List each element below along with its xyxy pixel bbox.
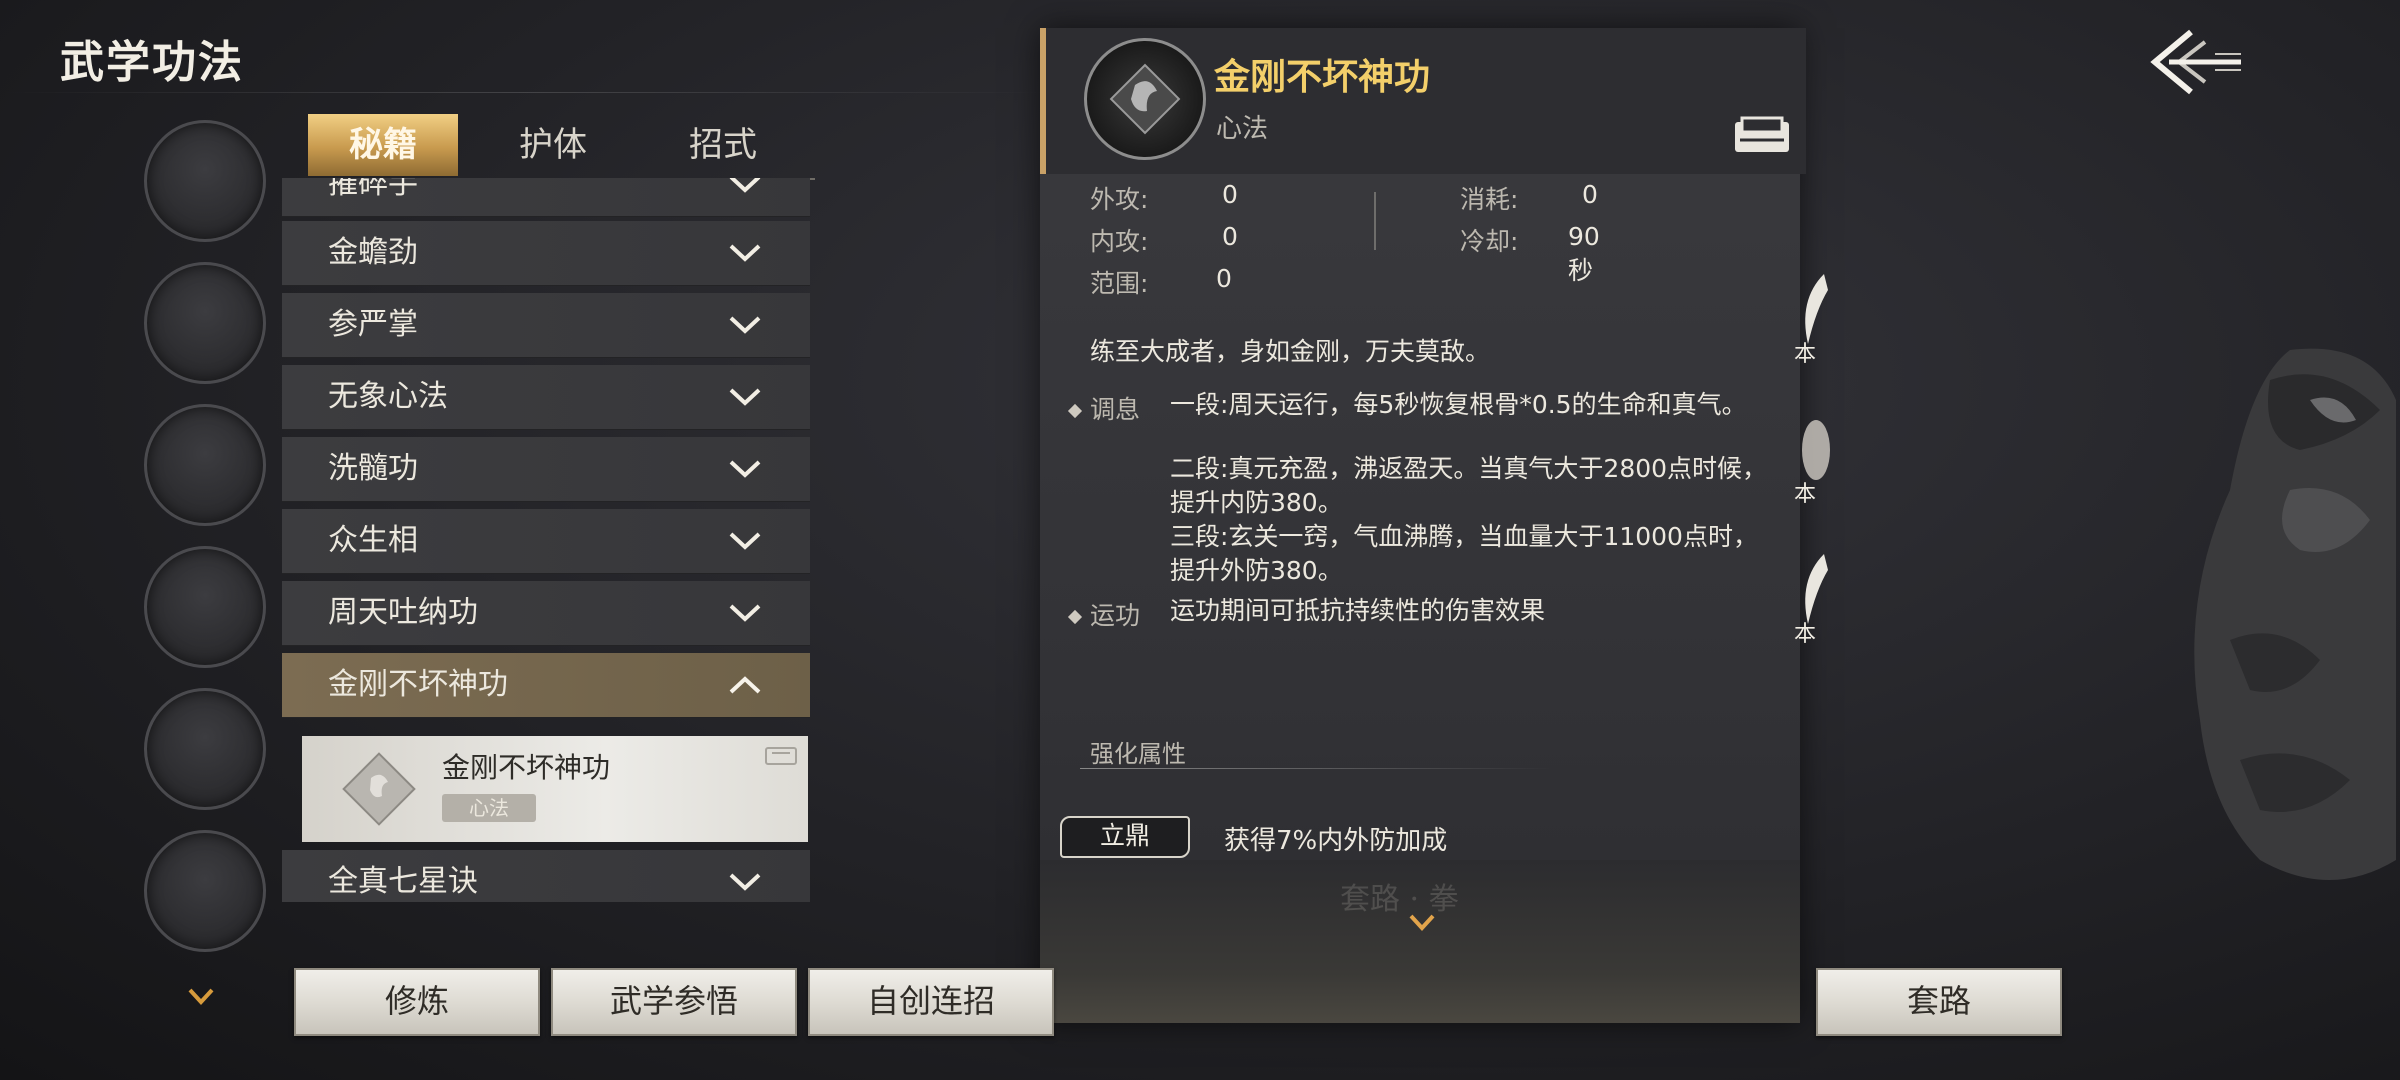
- book-icon[interactable]: [1732, 116, 1792, 156]
- tab-huti[interactable]: 护体: [478, 114, 628, 176]
- skill-description: 练至大成者，身如金刚，万夫莫敌。: [1090, 337, 1491, 366]
- page-title: 武学功法: [60, 37, 244, 88]
- skill-slot-6[interactable]: [144, 830, 266, 952]
- chevron-down-icon: [729, 178, 761, 193]
- list-item[interactable]: 无象心法: [282, 365, 810, 430]
- skill-slot-2[interactable]: [144, 262, 266, 384]
- skill-detail-panel: 金刚不坏神功 心法 外攻: 0 内攻: 0 范围: 0 消耗: 0 冷却: 90…: [1040, 28, 1806, 1023]
- list-item-label: 参严掌: [328, 307, 418, 342]
- list-item[interactable]: 众生相: [282, 509, 810, 574]
- side-pet-label: 本: [1794, 342, 1817, 367]
- book-icon: [764, 744, 798, 766]
- scroll-down-chevron-icon[interactable]: [1408, 912, 1436, 938]
- selected-skill-name: 金刚不坏神功: [442, 751, 611, 784]
- list-item[interactable]: 周天吐纳功: [282, 581, 810, 646]
- chevron-down-icon: [729, 244, 761, 262]
- list-item-label: 金刚不坏神功: [328, 667, 508, 702]
- side-pet-3[interactable]: 本: [1794, 550, 1850, 647]
- skill-slot-5[interactable]: [144, 688, 266, 810]
- skill-slot-4[interactable]: [144, 546, 266, 668]
- chevron-down-icon: [729, 873, 761, 891]
- list-item[interactable]: 全真七星诀: [282, 850, 810, 902]
- chevron-down-icon: [729, 460, 761, 478]
- equipment-gauntlet-image: [2170, 340, 2400, 900]
- list-item-label: 全真七星诀: [328, 864, 478, 899]
- chevron-up-icon: [729, 676, 761, 694]
- list-item[interactable]: 洗髓功: [282, 437, 810, 502]
- cultivate-button[interactable]: 修炼: [294, 968, 540, 1036]
- stat-external-attack: 外攻: 0: [1090, 180, 1238, 214]
- list-item[interactable]: 摧碎手: [282, 178, 810, 217]
- stat-cooldown: 冷却: 90秒: [1460, 222, 1600, 285]
- detail-skill-name: 金刚不坏神功: [1214, 56, 1431, 98]
- chevron-down-icon: [729, 316, 761, 334]
- side-pet-2[interactable]: 本: [1794, 410, 1850, 507]
- section-key-tiaoxi: 调息: [1067, 390, 1140, 426]
- list-item-label: 众生相: [328, 523, 418, 558]
- stat-cost: 消耗: 0: [1460, 180, 1598, 214]
- section-key-yungong: 运功: [1067, 596, 1140, 632]
- comprehend-button[interactable]: 武学参悟: [551, 968, 797, 1036]
- header-divider: [0, 92, 1050, 93]
- section-text: 二段:真元充盈，沸返盈天。当真气大于2800点时候，提升内防380。: [1170, 454, 1768, 517]
- chevron-down-icon: [729, 604, 761, 622]
- routine-button[interactable]: 套路: [1816, 968, 2062, 1036]
- list-item-label: 摧碎手: [328, 178, 418, 201]
- enhance-badge: 立鼎: [1060, 816, 1190, 858]
- side-pet-label: 本: [1794, 482, 1817, 507]
- skill-slot-1[interactable]: [144, 120, 266, 242]
- back-button[interactable]: [2145, 22, 2245, 102]
- diamond-bullet-icon: [1067, 609, 1083, 625]
- section-text: 三段:玄关一窍，气血沸腾，当血量大于11000点时，提升外防380。: [1170, 522, 1758, 585]
- stat-divider: [1374, 192, 1376, 250]
- detail-skill-type: 心法: [1216, 114, 1269, 144]
- stat-range: 范围: 0: [1090, 264, 1232, 298]
- list-item-active[interactable]: 金刚不坏神功: [282, 653, 810, 718]
- side-pet-1[interactable]: 本: [1794, 270, 1850, 367]
- more-slots-chevron-icon[interactable]: [186, 984, 216, 1008]
- selected-skill-card[interactable]: 金刚不坏神功 心法: [302, 736, 808, 842]
- list-item[interactable]: 金蟾劲: [282, 221, 810, 286]
- side-pet-label: 本: [1794, 622, 1817, 647]
- section-text: 运功期间可抵抗持续性的伤害效果: [1170, 596, 1546, 625]
- skill-slot-3[interactable]: [144, 404, 266, 526]
- list-item[interactable]: 参严掌: [282, 293, 810, 358]
- enhance-title: 强化属性: [1090, 740, 1186, 768]
- category-tabs: 秘籍 护体 招式: [290, 110, 815, 180]
- list-item-label: 金蟾劲: [328, 235, 418, 270]
- stat-internal-attack: 内攻: 0: [1090, 222, 1238, 256]
- chevron-down-icon: [729, 532, 761, 550]
- footer-ghost-text: 套路 · 拳: [1340, 882, 1459, 917]
- skill-emblem-icon: [1084, 38, 1206, 160]
- skill-diamond-icon: [336, 746, 422, 832]
- diamond-bullet-icon: [1067, 403, 1083, 419]
- list-item-label: 无象心法: [328, 379, 448, 414]
- selected-skill-tag: 心法: [442, 794, 536, 822]
- custom-combo-button[interactable]: 自创连招: [808, 968, 1054, 1036]
- detail-header: 金刚不坏神功 心法: [1040, 28, 1806, 174]
- back-arrow-icon: [2150, 29, 2241, 95]
- enhance-text: 获得7%内外防加成: [1224, 826, 1448, 856]
- chevron-down-icon: [729, 388, 761, 406]
- enhance-divider: [1080, 768, 1550, 769]
- section-text: 一段:周天运行，每5秒恢复根骨*0.5的生命和真气。: [1170, 390, 1747, 419]
- skill-list[interactable]: 摧碎手 金蟾劲 参严掌 无象心法 洗髓功 众生相 周天吐纳功 金刚不坏神功 金刚…: [282, 178, 810, 902]
- tab-zhaoshi[interactable]: 招式: [648, 114, 798, 176]
- list-item-label: 周天吐纳功: [328, 595, 478, 630]
- tab-miji[interactable]: 秘籍: [308, 114, 458, 176]
- detail-footer: 套路 · 拳: [1040, 860, 1800, 1023]
- list-item-label: 洗髓功: [328, 451, 418, 486]
